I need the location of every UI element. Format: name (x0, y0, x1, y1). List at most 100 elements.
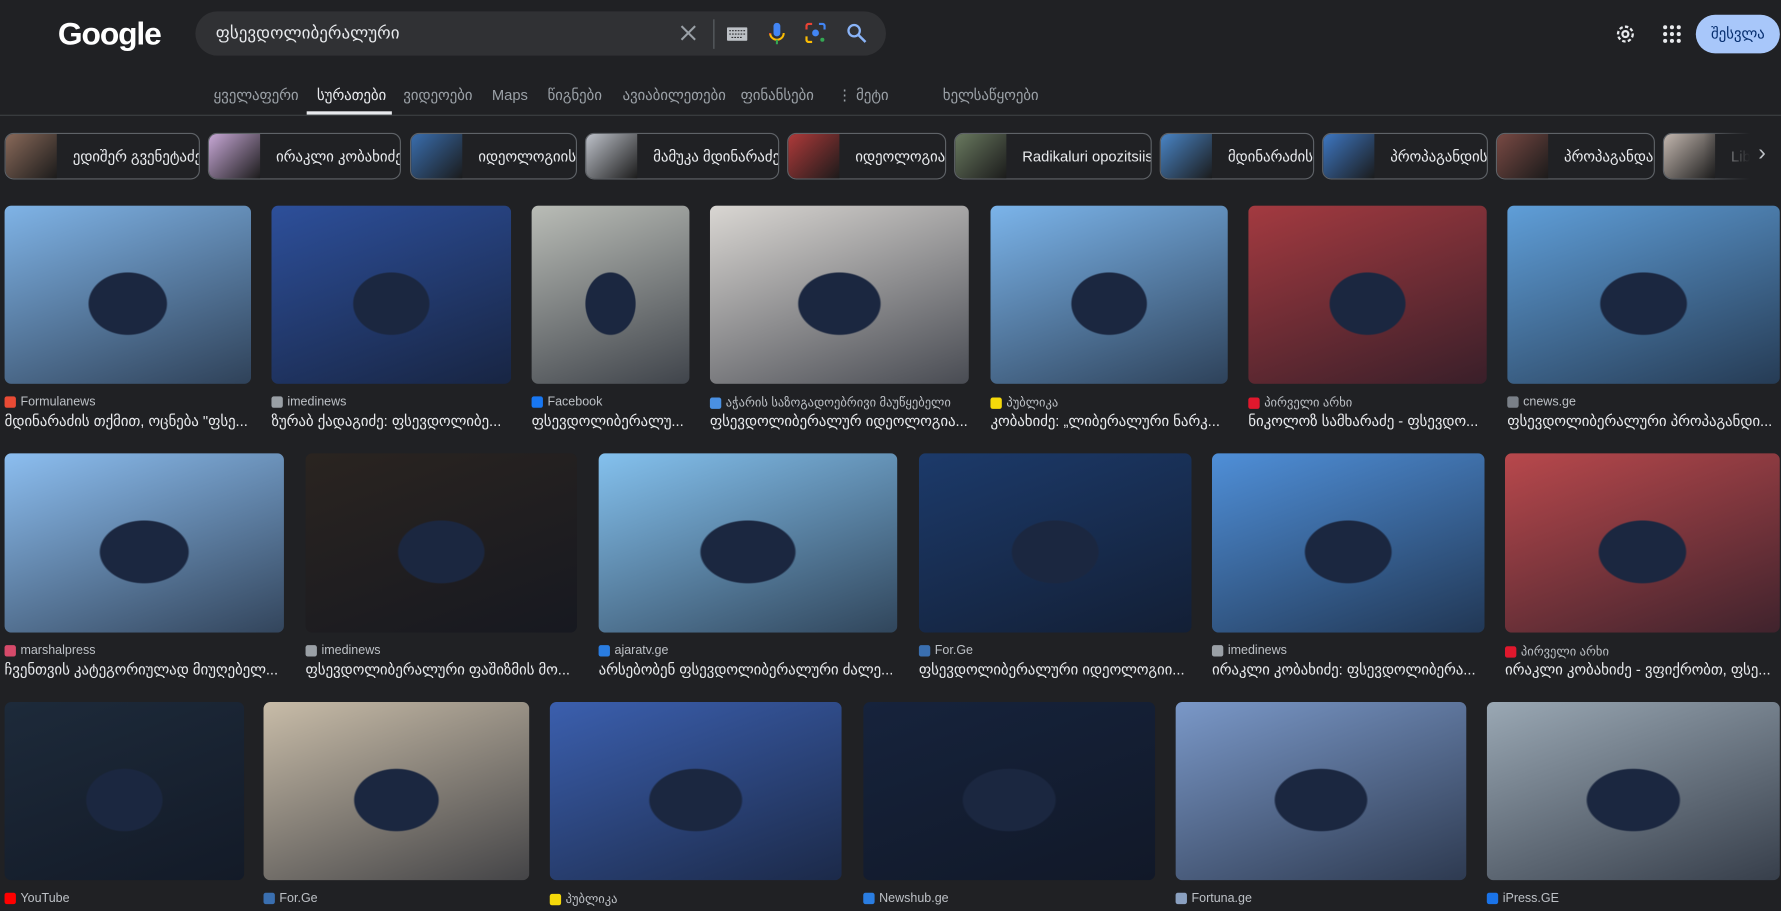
clear-icon[interactable] (677, 22, 700, 45)
related-search-chip[interactable]: მდინარაძის (1159, 132, 1315, 180)
tab-item[interactable]: ხელსაწყოები (943, 86, 1039, 104)
tab-item[interactable]: ⋮ მეტი (837, 86, 888, 104)
source-favicon-icon (1504, 645, 1517, 658)
result-source[interactable]: Newshub.ge (863, 891, 949, 906)
result-source[interactable]: Facebook (531, 395, 603, 409)
related-search-chip[interactable]: იდეოლოგიის (410, 132, 578, 180)
source-favicon-icon (863, 892, 875, 905)
related-search-chip[interactable]: მამუკა მდინარაძე (584, 132, 780, 180)
apps-grid-icon[interactable] (1659, 22, 1684, 47)
result-thumbnail[interactable] (1507, 205, 1780, 384)
result-thumbnail[interactable] (549, 701, 842, 881)
chip-thumbnail (208, 134, 261, 179)
tab-item[interactable]: ვიდეოები (403, 86, 472, 104)
result-thumbnail[interactable] (1504, 453, 1780, 633)
result-thumbnail[interactable] (531, 205, 690, 384)
related-search-chip[interactable]: იდეოლოგია (787, 132, 947, 180)
result-source[interactable]: cnews.ge (1507, 395, 1576, 409)
result-source[interactable]: პუბლიკა (549, 892, 617, 906)
source-favicon-icon (1211, 645, 1224, 657)
result-title[interactable]: ზურაბ ქადაგიძე: ფსევდოლიბე... (271, 412, 511, 430)
result-thumbnail[interactable] (990, 205, 1228, 384)
source-name: Facebook (547, 395, 603, 409)
tab-item[interactable]: სურათები (317, 86, 386, 104)
result-thumbnail[interactable] (709, 205, 969, 384)
result-thumbnail[interactable] (863, 701, 1156, 881)
source-favicon-icon (1248, 396, 1260, 409)
result-thumbnail[interactable] (1175, 701, 1467, 881)
search-box[interactable]: ფსევდოლიბერალური (195, 11, 886, 56)
result-source[interactable]: For.Ge (263, 892, 318, 905)
result-source[interactable]: imedinews (1211, 644, 1287, 658)
related-search-chip[interactable]: ირაკლი კობახიძე (207, 132, 401, 180)
source-favicon-icon (598, 645, 610, 657)
tab-item[interactable]: ავიაბილეთები (622, 86, 725, 104)
result-thumbnail[interactable] (598, 453, 898, 633)
result-title[interactable]: ჩვენთვის კატეგორიულად მიუღებელ... (5, 661, 284, 679)
keyboard-icon[interactable] (726, 23, 749, 46)
result-title[interactable]: ფსევდოლიბერალური იდეოლოგიი... (919, 661, 1192, 679)
source-favicon-icon (4, 645, 16, 657)
search-icon[interactable] (845, 22, 868, 45)
chip-label: ირაკლი კობახიძე (276, 147, 401, 165)
tab-item[interactable]: ფინანსები (741, 86, 814, 104)
sign-in-button[interactable]: შესვლა (1695, 14, 1780, 54)
settings-gear-icon[interactable] (1613, 22, 1638, 47)
result-source[interactable]: marshalpress (4, 644, 96, 658)
result-title[interactable]: ფსევდოლიბერალური პროპაგანდი... (1507, 412, 1780, 430)
source-name: პირველი არხი (1520, 645, 1609, 659)
result-source[interactable]: Formulanews (4, 395, 96, 409)
result-title[interactable]: ფსევდოლიბერალური ფაშიზმის მო... (306, 661, 577, 679)
chip-label: მდინარაძის (1227, 147, 1313, 165)
tab-item[interactable]: Maps (492, 86, 528, 103)
result-thumbnail[interactable] (4, 205, 252, 384)
related-search-chip[interactable]: ედიშერ გვენეტაძე (4, 132, 200, 180)
chevron-right-icon[interactable]: › (1758, 141, 1766, 167)
result-source[interactable]: პირველი არხი (1248, 395, 1352, 410)
result-source[interactable]: YouTube (4, 892, 70, 905)
google-logo[interactable]: Google (58, 16, 162, 52)
result-title[interactable]: მდინარაძის თქმით, ოცნება "ფსე... (5, 412, 251, 430)
source-name: Newshub.ge (879, 891, 949, 906)
source-name: cnews.ge (1523, 395, 1576, 409)
result-source[interactable]: პუბლიკა (990, 395, 1058, 410)
result-source[interactable]: imedinews (271, 395, 346, 409)
source-name: For.Ge (934, 644, 973, 658)
result-thumbnail[interactable] (1248, 205, 1487, 384)
result-thumbnail[interactable] (4, 453, 284, 633)
result-source[interactable]: imedinews (305, 644, 380, 658)
result-thumbnail[interactable] (918, 453, 1192, 633)
result-source[interactable]: აჭარის საზოგადოებრივი მაუწყებელი (709, 395, 951, 410)
result-thumbnail[interactable] (4, 701, 245, 881)
result-title[interactable]: ირაკლი კობახიძე - ვფიქრობთ, ფსე... (1505, 661, 1780, 679)
result-title[interactable]: ირაკლი კობახიძე: ფსევდოლიბერა... (1212, 661, 1485, 679)
result-source[interactable]: iPress.GE (1486, 892, 1559, 905)
result-title[interactable]: ფსევდოლიბერალურ იდეოლოგია... (710, 412, 969, 430)
google-lens-icon[interactable] (804, 22, 827, 45)
source-name: Fortuna.ge (1191, 891, 1252, 906)
result-thumbnail[interactable] (263, 701, 530, 881)
related-search-chip[interactable]: პროპაგანდის (1322, 132, 1488, 180)
result-title[interactable]: ფსევდოლიბერალუ... (532, 412, 690, 430)
result-title[interactable]: ნიკოლოზ სამხარაძე - ფსევდო... (1248, 412, 1487, 430)
result-thumbnail[interactable] (1486, 701, 1780, 881)
tab-item[interactable]: წიგნები (547, 86, 601, 104)
microphone-icon[interactable] (766, 22, 789, 47)
result-thumbnail[interactable] (305, 453, 578, 633)
search-input[interactable]: ფსევდოლიბერალური (216, 23, 400, 43)
result-thumbnail[interactable] (1211, 453, 1485, 633)
source-favicon-icon (990, 396, 1002, 409)
google-images-page: Google ფსევდოლიბერალური შესვლა ყველაფერი… (0, 0, 1781, 911)
result-source[interactable]: Fortuna.ge (1175, 891, 1252, 906)
result-thumbnail[interactable] (271, 205, 512, 384)
result-source[interactable]: For.Ge (918, 644, 973, 658)
result-source[interactable]: ajaratv.ge (598, 644, 668, 658)
tab-item[interactable]: ყველაფერი (214, 86, 299, 104)
result-source[interactable]: პირველი არხი (1504, 644, 1609, 659)
related-search-chip[interactable]: პროპაგანდა (1495, 132, 1655, 180)
search-divider (713, 19, 715, 49)
chip-label: პროპაგანდის (1390, 147, 1488, 165)
related-search-chip[interactable]: Radikaluri opozitsiis (954, 132, 1152, 180)
result-title[interactable]: კობახიძე: „ლიბერალური ნარკ... (990, 412, 1227, 430)
result-title[interactable]: არსებობენ ფსევდოლიბერალური ძალე... (599, 661, 898, 679)
